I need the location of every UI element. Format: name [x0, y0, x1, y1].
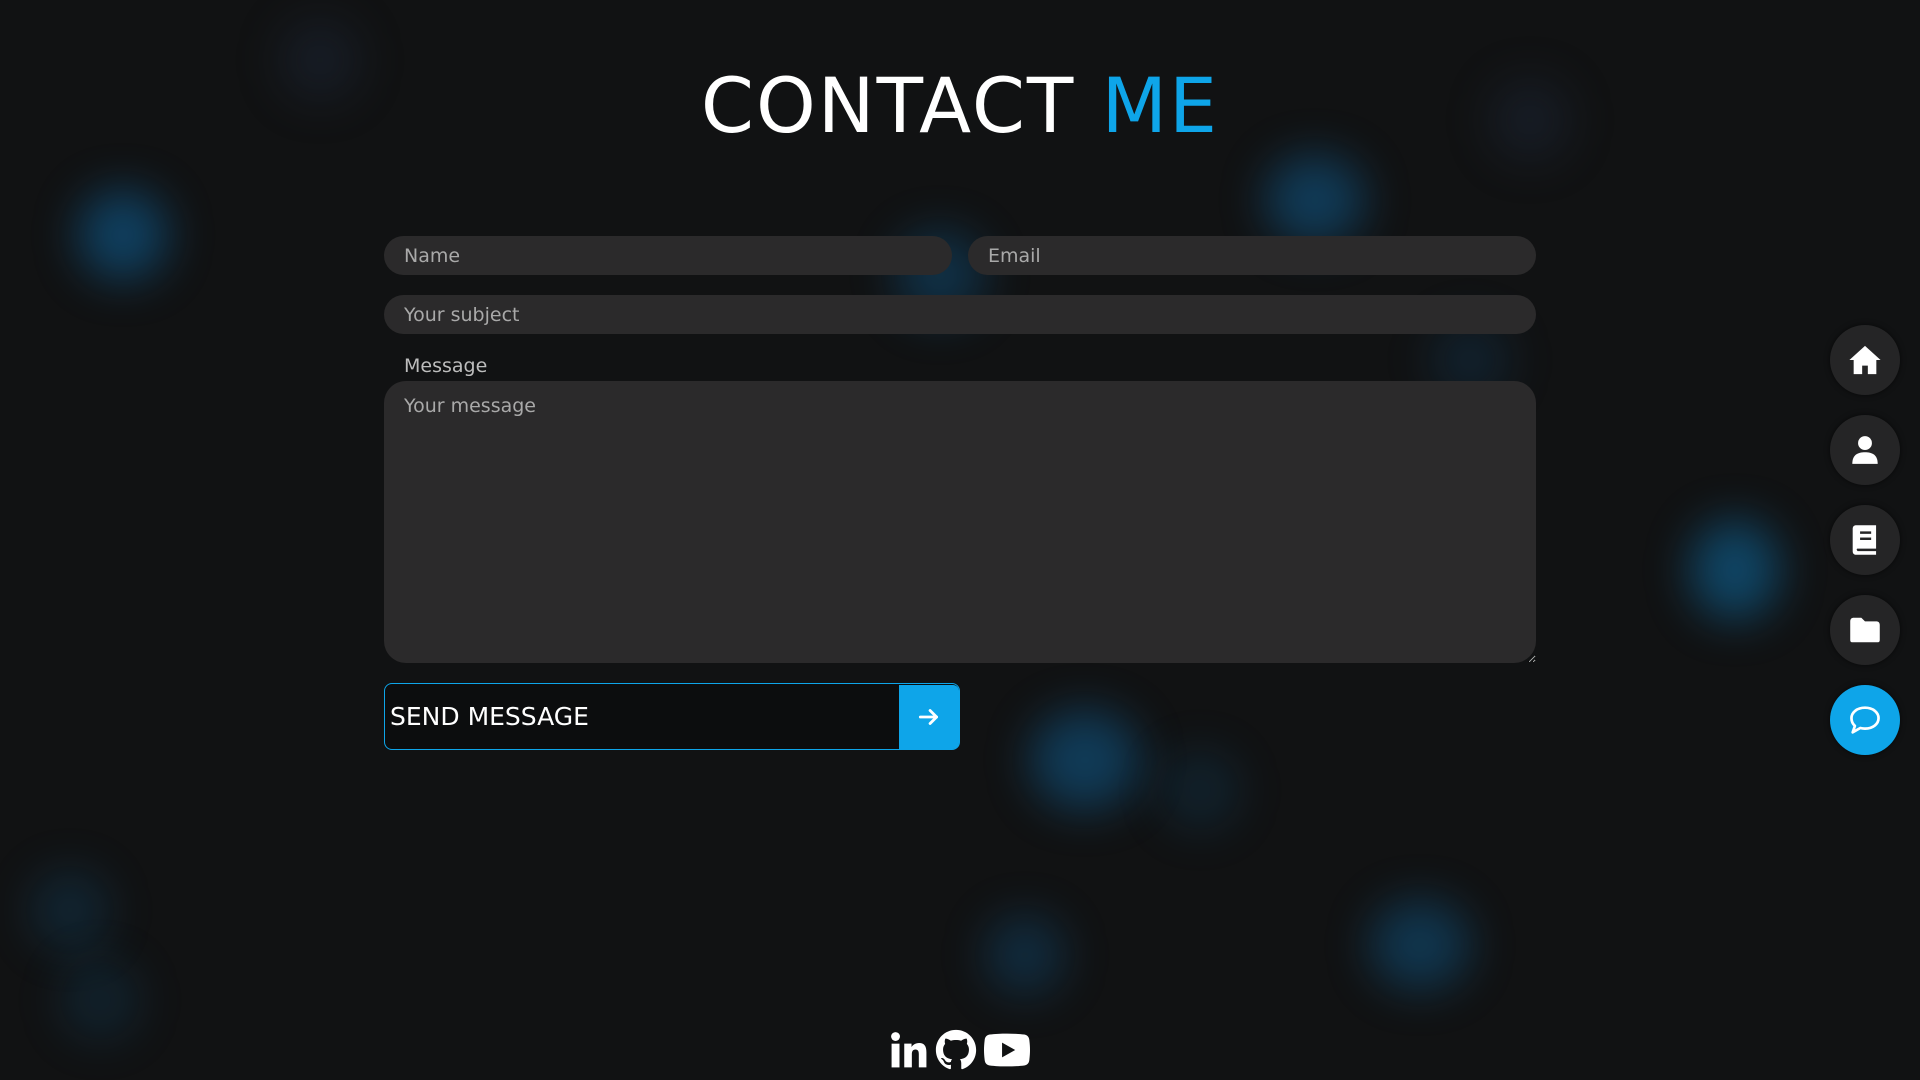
folder-icon	[1850, 617, 1880, 643]
linkedin-icon	[891, 1032, 927, 1068]
title-accent: ME	[1101, 61, 1220, 150]
github-link[interactable]	[935, 1027, 977, 1073]
background-bokeh	[1160, 750, 1240, 830]
message-label: Message	[404, 355, 488, 377]
nav-contact-button[interactable]	[1830, 685, 1900, 755]
home-icon	[1849, 345, 1881, 375]
linkedin-link[interactable]	[890, 1027, 928, 1073]
background-bokeh	[60, 960, 140, 1040]
send-message-button[interactable]: SEND MESSAGE	[384, 683, 960, 750]
background-bokeh	[1265, 155, 1365, 245]
nav-about-button[interactable]	[1830, 415, 1900, 485]
subject-input[interactable]	[384, 295, 1536, 334]
nav-home-button[interactable]	[1830, 325, 1900, 395]
email-input[interactable]	[968, 236, 1536, 275]
name-input[interactable]	[384, 236, 952, 275]
contact-page: CONTACT ME Message SEND MESSAGE	[0, 0, 1920, 1080]
youtube-link[interactable]	[984, 1027, 1030, 1073]
background-bokeh	[78, 190, 168, 280]
send-message-label: SEND MESSAGE	[390, 702, 589, 731]
nav-portfolio-button[interactable]	[1830, 595, 1900, 665]
background-bokeh	[30, 870, 110, 950]
background-bokeh	[1690, 520, 1780, 620]
background-bokeh	[1030, 710, 1140, 810]
arrow-right-icon	[899, 684, 959, 749]
social-links	[890, 1027, 1030, 1073]
github-icon	[935, 1029, 977, 1070]
book-icon	[1852, 525, 1877, 555]
user-icon	[1852, 436, 1878, 464]
chat-icon	[1850, 706, 1880, 734]
message-textarea[interactable]	[384, 381, 1536, 663]
page-title: CONTACT ME	[0, 58, 1920, 154]
title-main: CONTACT	[700, 61, 1102, 150]
background-bokeh	[1370, 900, 1470, 990]
youtube-icon	[984, 1033, 1030, 1067]
background-bokeh	[985, 915, 1065, 995]
nav-resume-button[interactable]	[1830, 505, 1900, 575]
